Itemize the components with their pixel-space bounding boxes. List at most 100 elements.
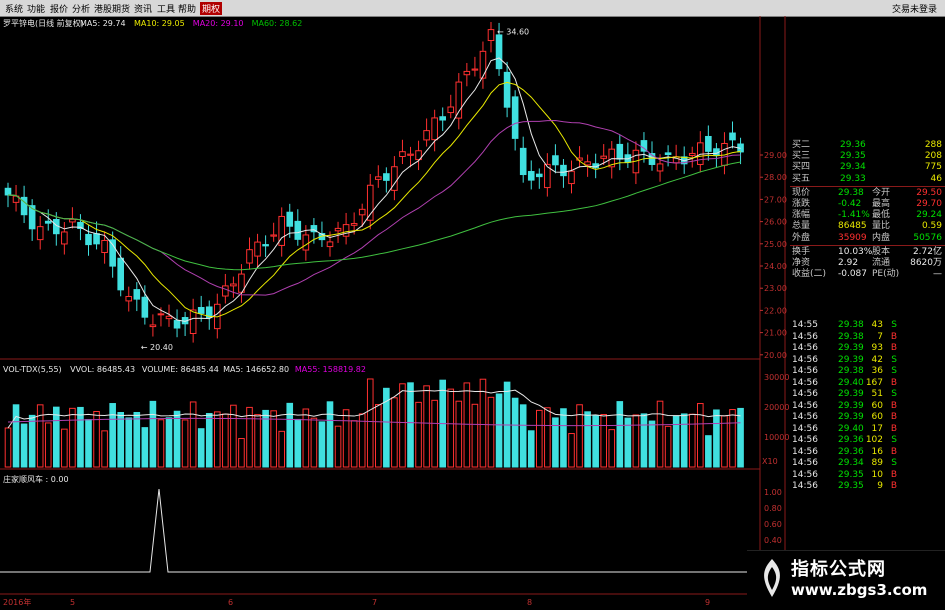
quote-label: 最高: [872, 198, 891, 209]
indicator-y-tick: 0.80: [764, 504, 782, 513]
kline-header: 罗平锌电(日线 前复权): [3, 18, 84, 28]
candle-body: [222, 285, 229, 297]
tick-price: 29.40: [838, 423, 864, 434]
volume-bar: [310, 417, 318, 468]
candle-body: [664, 152, 672, 156]
volume-bar: [729, 409, 736, 468]
tick-price: 29.36: [838, 446, 864, 457]
tick-side: B: [890, 412, 897, 422]
volume-header-1: VVOL: 86485.43: [70, 365, 135, 374]
indicator-y-tick: 0.60: [764, 520, 782, 529]
volume-bar: [399, 383, 406, 468]
candle-body: [536, 173, 543, 178]
quote-value: 29.38: [838, 187, 864, 198]
volume-bar: [697, 403, 704, 468]
quote-label: 净资: [792, 257, 811, 268]
tick-row: 14:56 29.40 167 B: [790, 378, 945, 390]
ma-label-3: MA60: 28.62: [252, 19, 303, 28]
tick-row: 14:56 29.39 42 S: [790, 355, 945, 367]
volume-bar: [173, 410, 181, 468]
menu-item-2[interactable]: 报价: [50, 2, 68, 15]
candle-body: [133, 289, 141, 300]
volume-bar: [133, 411, 141, 468]
menu-item-7[interactable]: 帮助: [178, 2, 196, 15]
quote-label: 涨跌: [792, 198, 811, 209]
candle-body: [511, 96, 519, 139]
menu-item-1[interactable]: 功能: [27, 2, 45, 15]
candle-body: [463, 70, 471, 76]
candle-body: [262, 244, 269, 247]
menu-item-0[interactable]: 系统: [5, 2, 23, 15]
candle-body: [407, 153, 414, 156]
tick-volume: 17: [871, 423, 883, 434]
volume-bar: [366, 378, 374, 468]
tick-price: 29.38: [838, 320, 864, 330]
tick-time: 14:56: [792, 412, 818, 422]
candle-body: [455, 81, 463, 119]
tick-volume: 51: [871, 389, 883, 399]
volume-unit: X10: [762, 457, 778, 466]
kline-y-tick: 29.00: [764, 151, 787, 160]
tick-time: 14:56: [792, 366, 818, 376]
tick-row: 14:56 29.36 102 S: [790, 435, 945, 447]
volume-bar: [61, 428, 68, 468]
volume-bar: [656, 400, 664, 468]
candle-body: [93, 233, 100, 245]
tick-row: 14:56 29.35 10 B: [790, 470, 945, 482]
candle-body: [560, 164, 567, 177]
volume-bar: [592, 415, 599, 468]
candle-body: [189, 309, 197, 334]
menu-item-6[interactable]: 工具: [157, 2, 175, 15]
tick-time: 14:56: [792, 377, 818, 388]
volume-bar: [117, 412, 125, 468]
tick-row: 14:56 29.39 93 B: [790, 343, 945, 355]
menu-item-8[interactable]: 期权: [200, 2, 223, 15]
tick-side: S: [891, 320, 897, 330]
tick-price: 29.39: [838, 354, 864, 365]
volume-bar: [527, 430, 535, 468]
volume-bar: [109, 403, 116, 468]
volume-bar: [20, 423, 28, 468]
indicator-y-tick: 1.00: [764, 488, 782, 497]
volume-bar: [705, 435, 712, 468]
kline-y-tick: 27.00: [764, 195, 787, 204]
quote-label: 今开: [872, 187, 891, 198]
tick-side: S: [891, 435, 897, 445]
quote-value: —: [933, 269, 942, 280]
kline-y-tick: 26.00: [764, 218, 787, 227]
indicator-y-tick: 0.40: [764, 536, 782, 545]
indicator-header: 庄家顺风车 : 0.00: [3, 474, 69, 484]
menu-item-5[interactable]: 资讯: [134, 2, 152, 15]
quote-label: 买二: [792, 140, 811, 150]
volume-bar: [125, 417, 133, 468]
volume-bar: [463, 382, 471, 468]
tick-side: B: [890, 481, 897, 491]
volume-bar: [584, 411, 591, 468]
tick-row: 14:56 29.38 36 S: [790, 366, 945, 378]
login-status[interactable]: 交易未登录: [892, 2, 937, 15]
candle-body: [519, 147, 527, 176]
quote-value: 35909: [838, 232, 867, 243]
tick-side: B: [890, 469, 897, 480]
quote-volume: 775: [924, 162, 942, 173]
tick-time: 14:56: [792, 435, 818, 445]
tick-price: 29.35: [838, 469, 864, 480]
tick-volume: 9: [877, 481, 883, 491]
volume-bar: [326, 401, 334, 468]
candle-body: [149, 324, 157, 328]
candle-body: [125, 296, 133, 302]
high-price-label: ← 34.60: [497, 28, 529, 37]
x-axis-label: 2016年: [3, 597, 31, 607]
tick-row: 14:56 29.40 17 B: [790, 424, 945, 436]
quote-label: 外盘: [792, 232, 811, 243]
tick-detail-panel: 14:55 29.38 43 S 14:56 29.38 7 B 14:56 29.39 93 B 14…: [790, 320, 945, 493]
menu-item-3[interactable]: 分析: [72, 2, 90, 15]
tick-row: 14:56 29.39 51 S: [790, 389, 945, 401]
watermark-title: 指标公式网: [791, 559, 886, 580]
quote-label: 总量: [792, 221, 811, 232]
logo-icon: [764, 559, 780, 597]
menu-item-4[interactable]: 港股期货: [94, 2, 130, 15]
chart-area[interactable]: 罗平锌电(日线 前复权)MA5: 29.74 MA10: 29.05 MA20: 2…: [0, 16, 945, 609]
candle-body: [85, 233, 92, 246]
menu-bar: 系统 功能 报价 分析 港股期货 资讯 工具 帮助 期权 交易未登录: [0, 0, 945, 17]
